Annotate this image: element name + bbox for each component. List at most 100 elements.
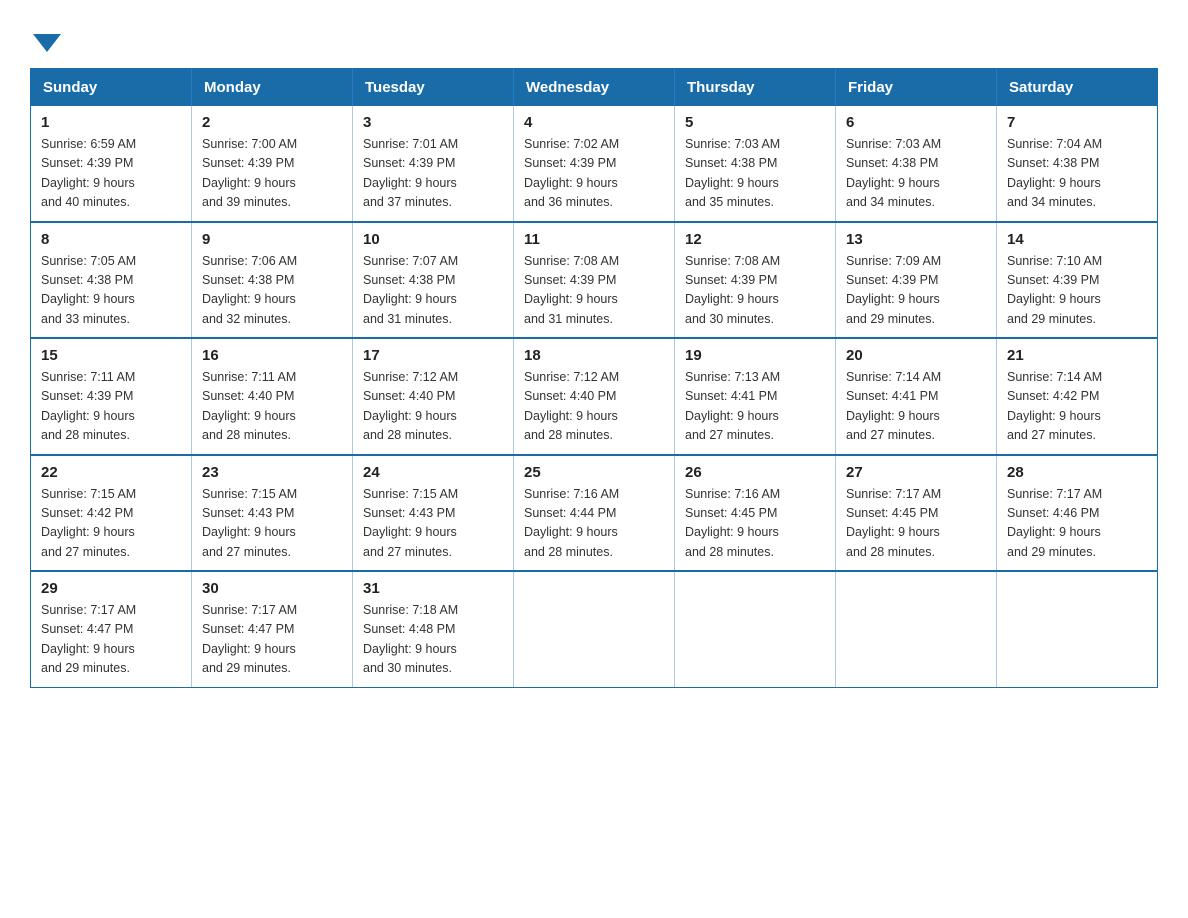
day-number: 22 xyxy=(41,464,181,481)
day-info: Sunrise: 7:05 AM Sunset: 4:38 PM Dayligh… xyxy=(41,252,181,330)
day-info: Sunrise: 7:10 AM Sunset: 4:39 PM Dayligh… xyxy=(1007,252,1147,330)
day-info: Sunrise: 7:08 AM Sunset: 4:39 PM Dayligh… xyxy=(524,252,664,330)
day-info: Sunrise: 7:06 AM Sunset: 4:38 PM Dayligh… xyxy=(202,252,342,330)
calendar-cell xyxy=(675,571,836,687)
day-number: 28 xyxy=(1007,464,1147,481)
calendar-cell xyxy=(997,571,1158,687)
calendar-cell: 2 Sunrise: 7:00 AM Sunset: 4:39 PM Dayli… xyxy=(192,106,353,222)
calendar-cell: 21 Sunrise: 7:14 AM Sunset: 4:42 PM Dayl… xyxy=(997,338,1158,455)
day-number: 30 xyxy=(202,580,342,597)
day-number: 23 xyxy=(202,464,342,481)
calendar-cell: 17 Sunrise: 7:12 AM Sunset: 4:40 PM Dayl… xyxy=(353,338,514,455)
day-number: 13 xyxy=(846,231,986,248)
weekday-header-thursday: Thursday xyxy=(675,69,836,107)
day-info: Sunrise: 7:17 AM Sunset: 4:45 PM Dayligh… xyxy=(846,485,986,563)
day-info: Sunrise: 7:12 AM Sunset: 4:40 PM Dayligh… xyxy=(363,368,503,446)
day-info: Sunrise: 7:13 AM Sunset: 4:41 PM Dayligh… xyxy=(685,368,825,446)
calendar-cell: 26 Sunrise: 7:16 AM Sunset: 4:45 PM Dayl… xyxy=(675,455,836,572)
day-info: Sunrise: 7:17 AM Sunset: 4:46 PM Dayligh… xyxy=(1007,485,1147,563)
weekday-header-row: SundayMondayTuesdayWednesdayThursdayFrid… xyxy=(31,69,1158,107)
day-number: 19 xyxy=(685,347,825,364)
day-info: Sunrise: 7:09 AM Sunset: 4:39 PM Dayligh… xyxy=(846,252,986,330)
calendar-cell: 4 Sunrise: 7:02 AM Sunset: 4:39 PM Dayli… xyxy=(514,106,675,222)
weekday-header-saturday: Saturday xyxy=(997,69,1158,107)
day-info: Sunrise: 7:15 AM Sunset: 4:42 PM Dayligh… xyxy=(41,485,181,563)
day-info: Sunrise: 7:16 AM Sunset: 4:45 PM Dayligh… xyxy=(685,485,825,563)
day-info: Sunrise: 7:18 AM Sunset: 4:48 PM Dayligh… xyxy=(363,601,503,679)
day-number: 1 xyxy=(41,114,181,131)
day-number: 29 xyxy=(41,580,181,597)
day-info: Sunrise: 7:15 AM Sunset: 4:43 PM Dayligh… xyxy=(202,485,342,563)
day-info: Sunrise: 7:15 AM Sunset: 4:43 PM Dayligh… xyxy=(363,485,503,563)
day-number: 17 xyxy=(363,347,503,364)
calendar-cell: 15 Sunrise: 7:11 AM Sunset: 4:39 PM Dayl… xyxy=(31,338,192,455)
day-number: 14 xyxy=(1007,231,1147,248)
day-number: 2 xyxy=(202,114,342,131)
day-info: Sunrise: 7:00 AM Sunset: 4:39 PM Dayligh… xyxy=(202,135,342,213)
day-number: 9 xyxy=(202,231,342,248)
day-info: Sunrise: 7:02 AM Sunset: 4:39 PM Dayligh… xyxy=(524,135,664,213)
day-info: Sunrise: 7:07 AM Sunset: 4:38 PM Dayligh… xyxy=(363,252,503,330)
day-number: 11 xyxy=(524,231,664,248)
weekday-header-wednesday: Wednesday xyxy=(514,69,675,107)
day-info: Sunrise: 7:03 AM Sunset: 4:38 PM Dayligh… xyxy=(685,135,825,213)
calendar-table: SundayMondayTuesdayWednesdayThursdayFrid… xyxy=(30,68,1158,688)
calendar-week-row: 1 Sunrise: 6:59 AM Sunset: 4:39 PM Dayli… xyxy=(31,106,1158,222)
day-number: 31 xyxy=(363,580,503,597)
calendar-cell: 13 Sunrise: 7:09 AM Sunset: 4:39 PM Dayl… xyxy=(836,222,997,339)
day-number: 26 xyxy=(685,464,825,481)
logo-arrow-icon xyxy=(33,34,61,52)
calendar-cell: 22 Sunrise: 7:15 AM Sunset: 4:42 PM Dayl… xyxy=(31,455,192,572)
calendar-cell: 27 Sunrise: 7:17 AM Sunset: 4:45 PM Dayl… xyxy=(836,455,997,572)
calendar-week-row: 8 Sunrise: 7:05 AM Sunset: 4:38 PM Dayli… xyxy=(31,222,1158,339)
day-number: 18 xyxy=(524,347,664,364)
calendar-cell: 3 Sunrise: 7:01 AM Sunset: 4:39 PM Dayli… xyxy=(353,106,514,222)
calendar-cell: 1 Sunrise: 6:59 AM Sunset: 4:39 PM Dayli… xyxy=(31,106,192,222)
calendar-cell: 19 Sunrise: 7:13 AM Sunset: 4:41 PM Dayl… xyxy=(675,338,836,455)
calendar-cell xyxy=(514,571,675,687)
calendar-cell: 5 Sunrise: 7:03 AM Sunset: 4:38 PM Dayli… xyxy=(675,106,836,222)
calendar-week-row: 29 Sunrise: 7:17 AM Sunset: 4:47 PM Dayl… xyxy=(31,571,1158,687)
calendar-cell: 31 Sunrise: 7:18 AM Sunset: 4:48 PM Dayl… xyxy=(353,571,514,687)
day-info: Sunrise: 7:01 AM Sunset: 4:39 PM Dayligh… xyxy=(363,135,503,213)
day-info: Sunrise: 7:14 AM Sunset: 4:41 PM Dayligh… xyxy=(846,368,986,446)
calendar-cell: 29 Sunrise: 7:17 AM Sunset: 4:47 PM Dayl… xyxy=(31,571,192,687)
day-number: 21 xyxy=(1007,347,1147,364)
day-number: 6 xyxy=(846,114,986,131)
calendar-cell: 20 Sunrise: 7:14 AM Sunset: 4:41 PM Dayl… xyxy=(836,338,997,455)
day-number: 12 xyxy=(685,231,825,248)
day-info: Sunrise: 7:16 AM Sunset: 4:44 PM Dayligh… xyxy=(524,485,664,563)
calendar-cell: 6 Sunrise: 7:03 AM Sunset: 4:38 PM Dayli… xyxy=(836,106,997,222)
calendar-cell: 18 Sunrise: 7:12 AM Sunset: 4:40 PM Dayl… xyxy=(514,338,675,455)
calendar-cell: 12 Sunrise: 7:08 AM Sunset: 4:39 PM Dayl… xyxy=(675,222,836,339)
day-number: 8 xyxy=(41,231,181,248)
weekday-header-sunday: Sunday xyxy=(31,69,192,107)
calendar-cell: 14 Sunrise: 7:10 AM Sunset: 4:39 PM Dayl… xyxy=(997,222,1158,339)
logo xyxy=(30,28,61,50)
day-number: 16 xyxy=(202,347,342,364)
calendar-cell: 23 Sunrise: 7:15 AM Sunset: 4:43 PM Dayl… xyxy=(192,455,353,572)
day-number: 3 xyxy=(363,114,503,131)
day-number: 7 xyxy=(1007,114,1147,131)
calendar-cell: 7 Sunrise: 7:04 AM Sunset: 4:38 PM Dayli… xyxy=(997,106,1158,222)
day-number: 10 xyxy=(363,231,503,248)
day-info: Sunrise: 7:17 AM Sunset: 4:47 PM Dayligh… xyxy=(202,601,342,679)
day-number: 4 xyxy=(524,114,664,131)
calendar-cell: 24 Sunrise: 7:15 AM Sunset: 4:43 PM Dayl… xyxy=(353,455,514,572)
day-info: Sunrise: 6:59 AM Sunset: 4:39 PM Dayligh… xyxy=(41,135,181,213)
day-number: 27 xyxy=(846,464,986,481)
calendar-cell: 16 Sunrise: 7:11 AM Sunset: 4:40 PM Dayl… xyxy=(192,338,353,455)
day-number: 15 xyxy=(41,347,181,364)
calendar-week-row: 22 Sunrise: 7:15 AM Sunset: 4:42 PM Dayl… xyxy=(31,455,1158,572)
weekday-header-monday: Monday xyxy=(192,69,353,107)
day-info: Sunrise: 7:11 AM Sunset: 4:39 PM Dayligh… xyxy=(41,368,181,446)
day-info: Sunrise: 7:11 AM Sunset: 4:40 PM Dayligh… xyxy=(202,368,342,446)
calendar-cell: 25 Sunrise: 7:16 AM Sunset: 4:44 PM Dayl… xyxy=(514,455,675,572)
header-area xyxy=(30,20,1158,50)
calendar-cell: 9 Sunrise: 7:06 AM Sunset: 4:38 PM Dayli… xyxy=(192,222,353,339)
day-number: 5 xyxy=(685,114,825,131)
calendar-cell: 11 Sunrise: 7:08 AM Sunset: 4:39 PM Dayl… xyxy=(514,222,675,339)
calendar-cell: 30 Sunrise: 7:17 AM Sunset: 4:47 PM Dayl… xyxy=(192,571,353,687)
day-number: 24 xyxy=(363,464,503,481)
day-number: 20 xyxy=(846,347,986,364)
